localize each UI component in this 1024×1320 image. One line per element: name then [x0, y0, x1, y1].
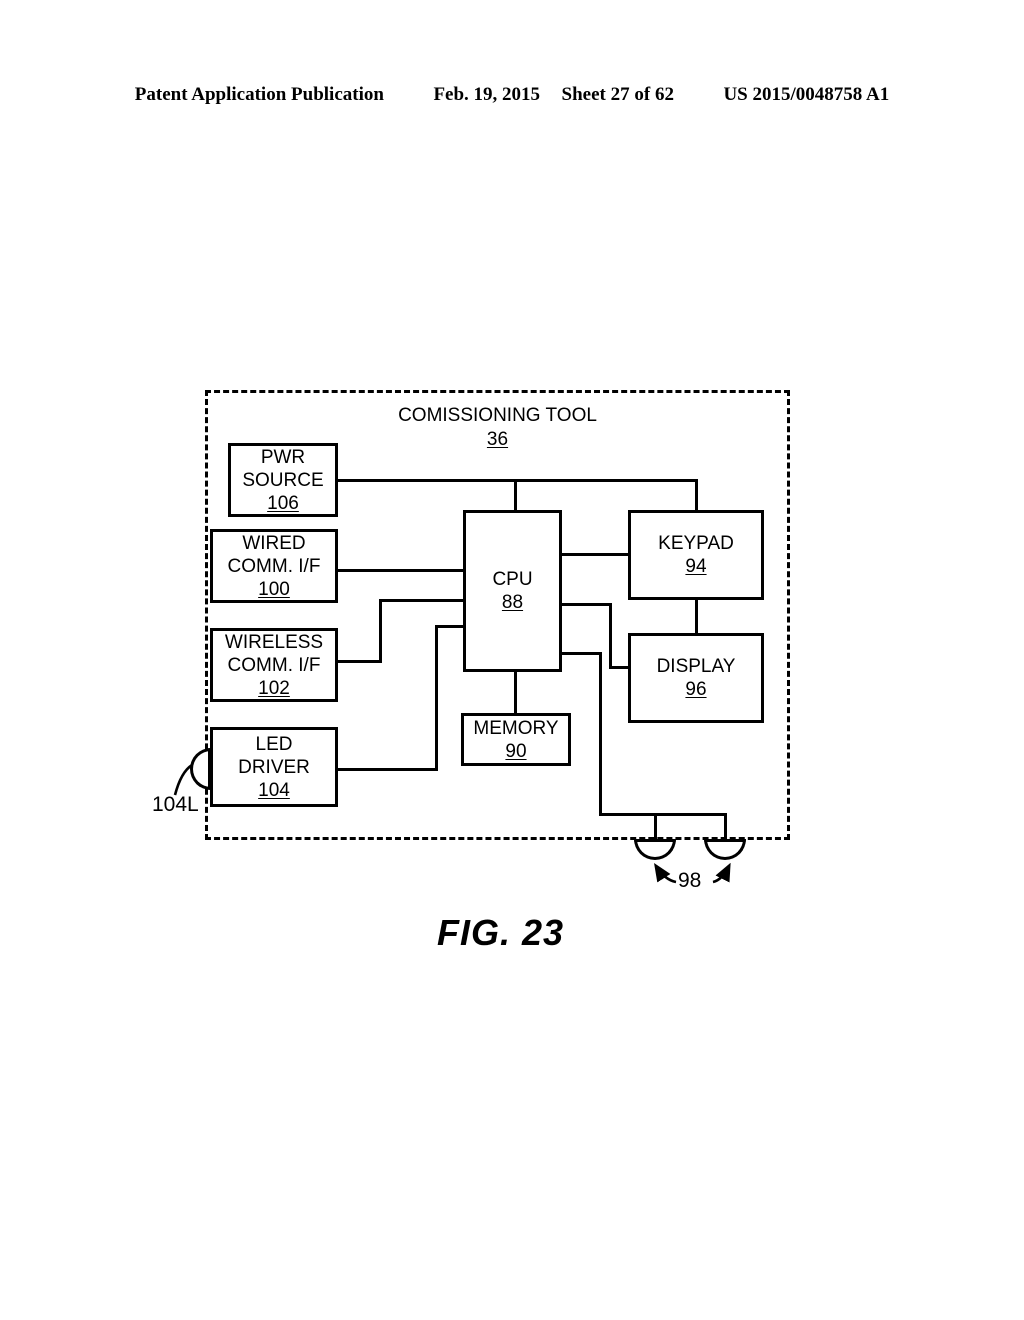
wire-cpu-to-display-seg1	[560, 603, 612, 606]
block-display-ref: 96	[685, 679, 707, 700]
block-memory[interactable]: MEMORY 90	[461, 713, 571, 766]
block-cpu[interactable]: CPU 88	[463, 510, 562, 672]
wire-power-to-keypad	[695, 479, 698, 513]
block-wired-comm-if-line-0: WIRED	[242, 532, 306, 554]
block-cpu-line-0: CPU	[492, 569, 533, 590]
figure-23: COMISSIONING TOOL 36 PWR SOURCE 106 WIRE…	[0, 0, 1024, 1320]
commissioning-tool-title: COMISSIONING TOOL 36	[205, 404, 790, 452]
leader-98-left	[654, 862, 677, 884]
block-keypad-ref: 94	[685, 556, 707, 577]
wire-cpu-to-ports-seg2	[599, 652, 602, 816]
figure-caption: FIG. 23	[437, 912, 565, 953]
wire-wireless-comm-seg2	[379, 599, 382, 663]
leader-98-right	[712, 862, 731, 884]
wire-cpu-to-memory	[514, 670, 517, 714]
wire-wired-comm-to-cpu	[334, 569, 464, 572]
block-led-driver-ref: 104	[258, 779, 290, 801]
block-cpu-ref: 88	[501, 592, 524, 613]
block-display[interactable]: DISPLAY 96	[628, 633, 764, 723]
wire-led-driver-seg3	[435, 625, 464, 628]
wire-cpu-to-ports-seg3	[599, 813, 727, 816]
wire-wireless-comm-seg3	[379, 599, 464, 602]
wire-cpu-to-display-seg2	[609, 603, 612, 669]
wire-cpu-to-ports-seg1	[560, 652, 602, 655]
block-wireless-comm-if-line-0: WIRELESS	[224, 631, 324, 653]
callout-98: 98	[678, 869, 702, 892]
comm-port-1-icon	[634, 839, 676, 860]
block-pwr-source[interactable]: PWR SOURCE 106	[228, 443, 338, 517]
wire-led-driver-seg1	[334, 768, 438, 771]
block-wired-comm-if[interactable]: WIRED COMM. I/F 100	[210, 529, 338, 603]
wire-power-to-cpu	[514, 479, 517, 513]
led-output-port-icon	[190, 748, 211, 790]
wire-wireless-comm-seg1	[334, 660, 382, 663]
block-display-line-0: DISPLAY	[656, 656, 736, 677]
block-led-driver[interactable]: LED DRIVER 104	[210, 727, 338, 807]
block-pwr-source-ref: 106	[267, 492, 299, 514]
block-led-driver-line-1: DRIVER	[238, 756, 310, 778]
wire-keypad-to-display	[695, 598, 698, 634]
block-wireless-comm-if-line-1: COMM. I/F	[227, 654, 321, 676]
commissioning-tool-ref: 36	[486, 429, 509, 450]
block-wired-comm-if-line-1: COMM. I/F	[227, 555, 321, 577]
block-keypad[interactable]: KEYPAD 94	[628, 510, 764, 600]
wire-led-driver-seg2	[435, 625, 438, 771]
block-keypad-line-0: KEYPAD	[658, 533, 734, 554]
block-wireless-comm-if[interactable]: WIRELESS COMM. I/F 102	[210, 628, 338, 702]
block-wireless-comm-if-ref: 102	[258, 677, 290, 699]
wire-cpu-to-keypad	[560, 553, 630, 556]
callout-104l: 104L	[152, 793, 199, 816]
commissioning-tool-title-text: COMISSIONING TOOL	[398, 405, 597, 426]
block-memory-ref: 90	[505, 740, 527, 762]
block-pwr-source-line-1: SOURCE	[242, 469, 324, 491]
block-memory-line-0: MEMORY	[473, 717, 559, 739]
comm-port-2-icon	[704, 839, 746, 860]
block-wired-comm-if-ref: 100	[258, 578, 290, 600]
block-led-driver-line-0: LED	[255, 733, 293, 755]
